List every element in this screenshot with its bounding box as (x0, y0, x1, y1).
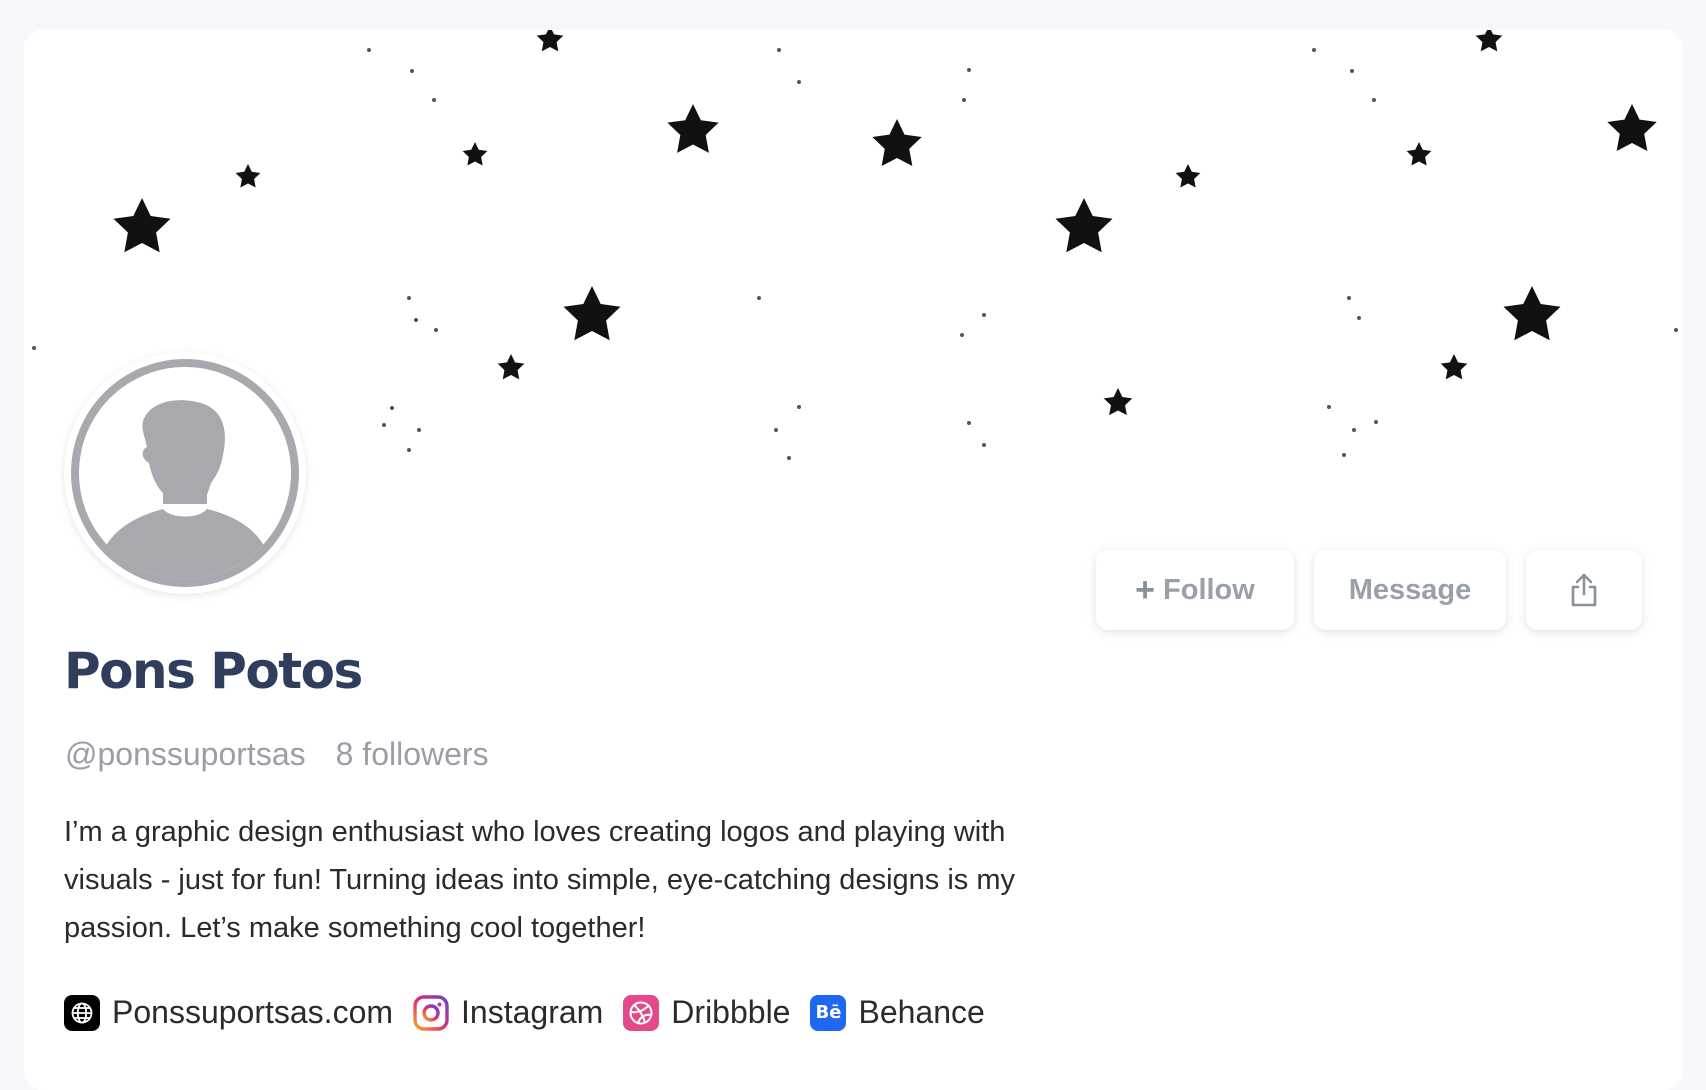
instagram-icon (413, 994, 450, 1031)
link-instagram-label: Instagram (461, 994, 604, 1030)
dribbble-icon (623, 994, 660, 1031)
social-links: Ponssuportsas.com Instagram Dribbble Bē … (64, 994, 1005, 1031)
profile-actions: + Follow Message (1096, 550, 1642, 630)
message-button[interactable]: Message (1314, 550, 1506, 630)
profile-handle: @ponssuportsas (65, 736, 306, 772)
plus-icon: + (1135, 570, 1156, 609)
link-instagram[interactable]: Instagram (413, 994, 603, 1031)
profile-card: + Follow Message Pons Potos @ponssuports… (24, 30, 1682, 1090)
followers-count: 8 followers (335, 736, 489, 772)
link-behance[interactable]: Bē Behance (810, 994, 985, 1031)
follow-button[interactable]: + Follow (1096, 550, 1294, 630)
behance-icon: Bē (810, 994, 847, 1031)
share-icon (1571, 573, 1597, 607)
share-button[interactable] (1526, 550, 1642, 630)
globe-icon (64, 994, 100, 1031)
link-dribbble-label: Dribbble (671, 994, 791, 1030)
profile-name: Pons Potos (64, 642, 363, 700)
link-behance-label: Behance (858, 994, 985, 1030)
profile-bio: I’m a graphic design enthusiast who love… (64, 816, 1015, 944)
profile-meta: @ponssuportsas 8 followers (65, 736, 489, 773)
message-label: Message (1348, 573, 1472, 606)
default-user-icon (71, 359, 299, 587)
avatar (64, 352, 306, 594)
follow-label: Follow (1163, 573, 1255, 606)
link-website-label: Ponssuportsas.com (112, 994, 394, 1030)
link-dribbble[interactable]: Dribbble (623, 994, 790, 1031)
link-website[interactable]: Ponssuportsas.com (64, 994, 393, 1031)
